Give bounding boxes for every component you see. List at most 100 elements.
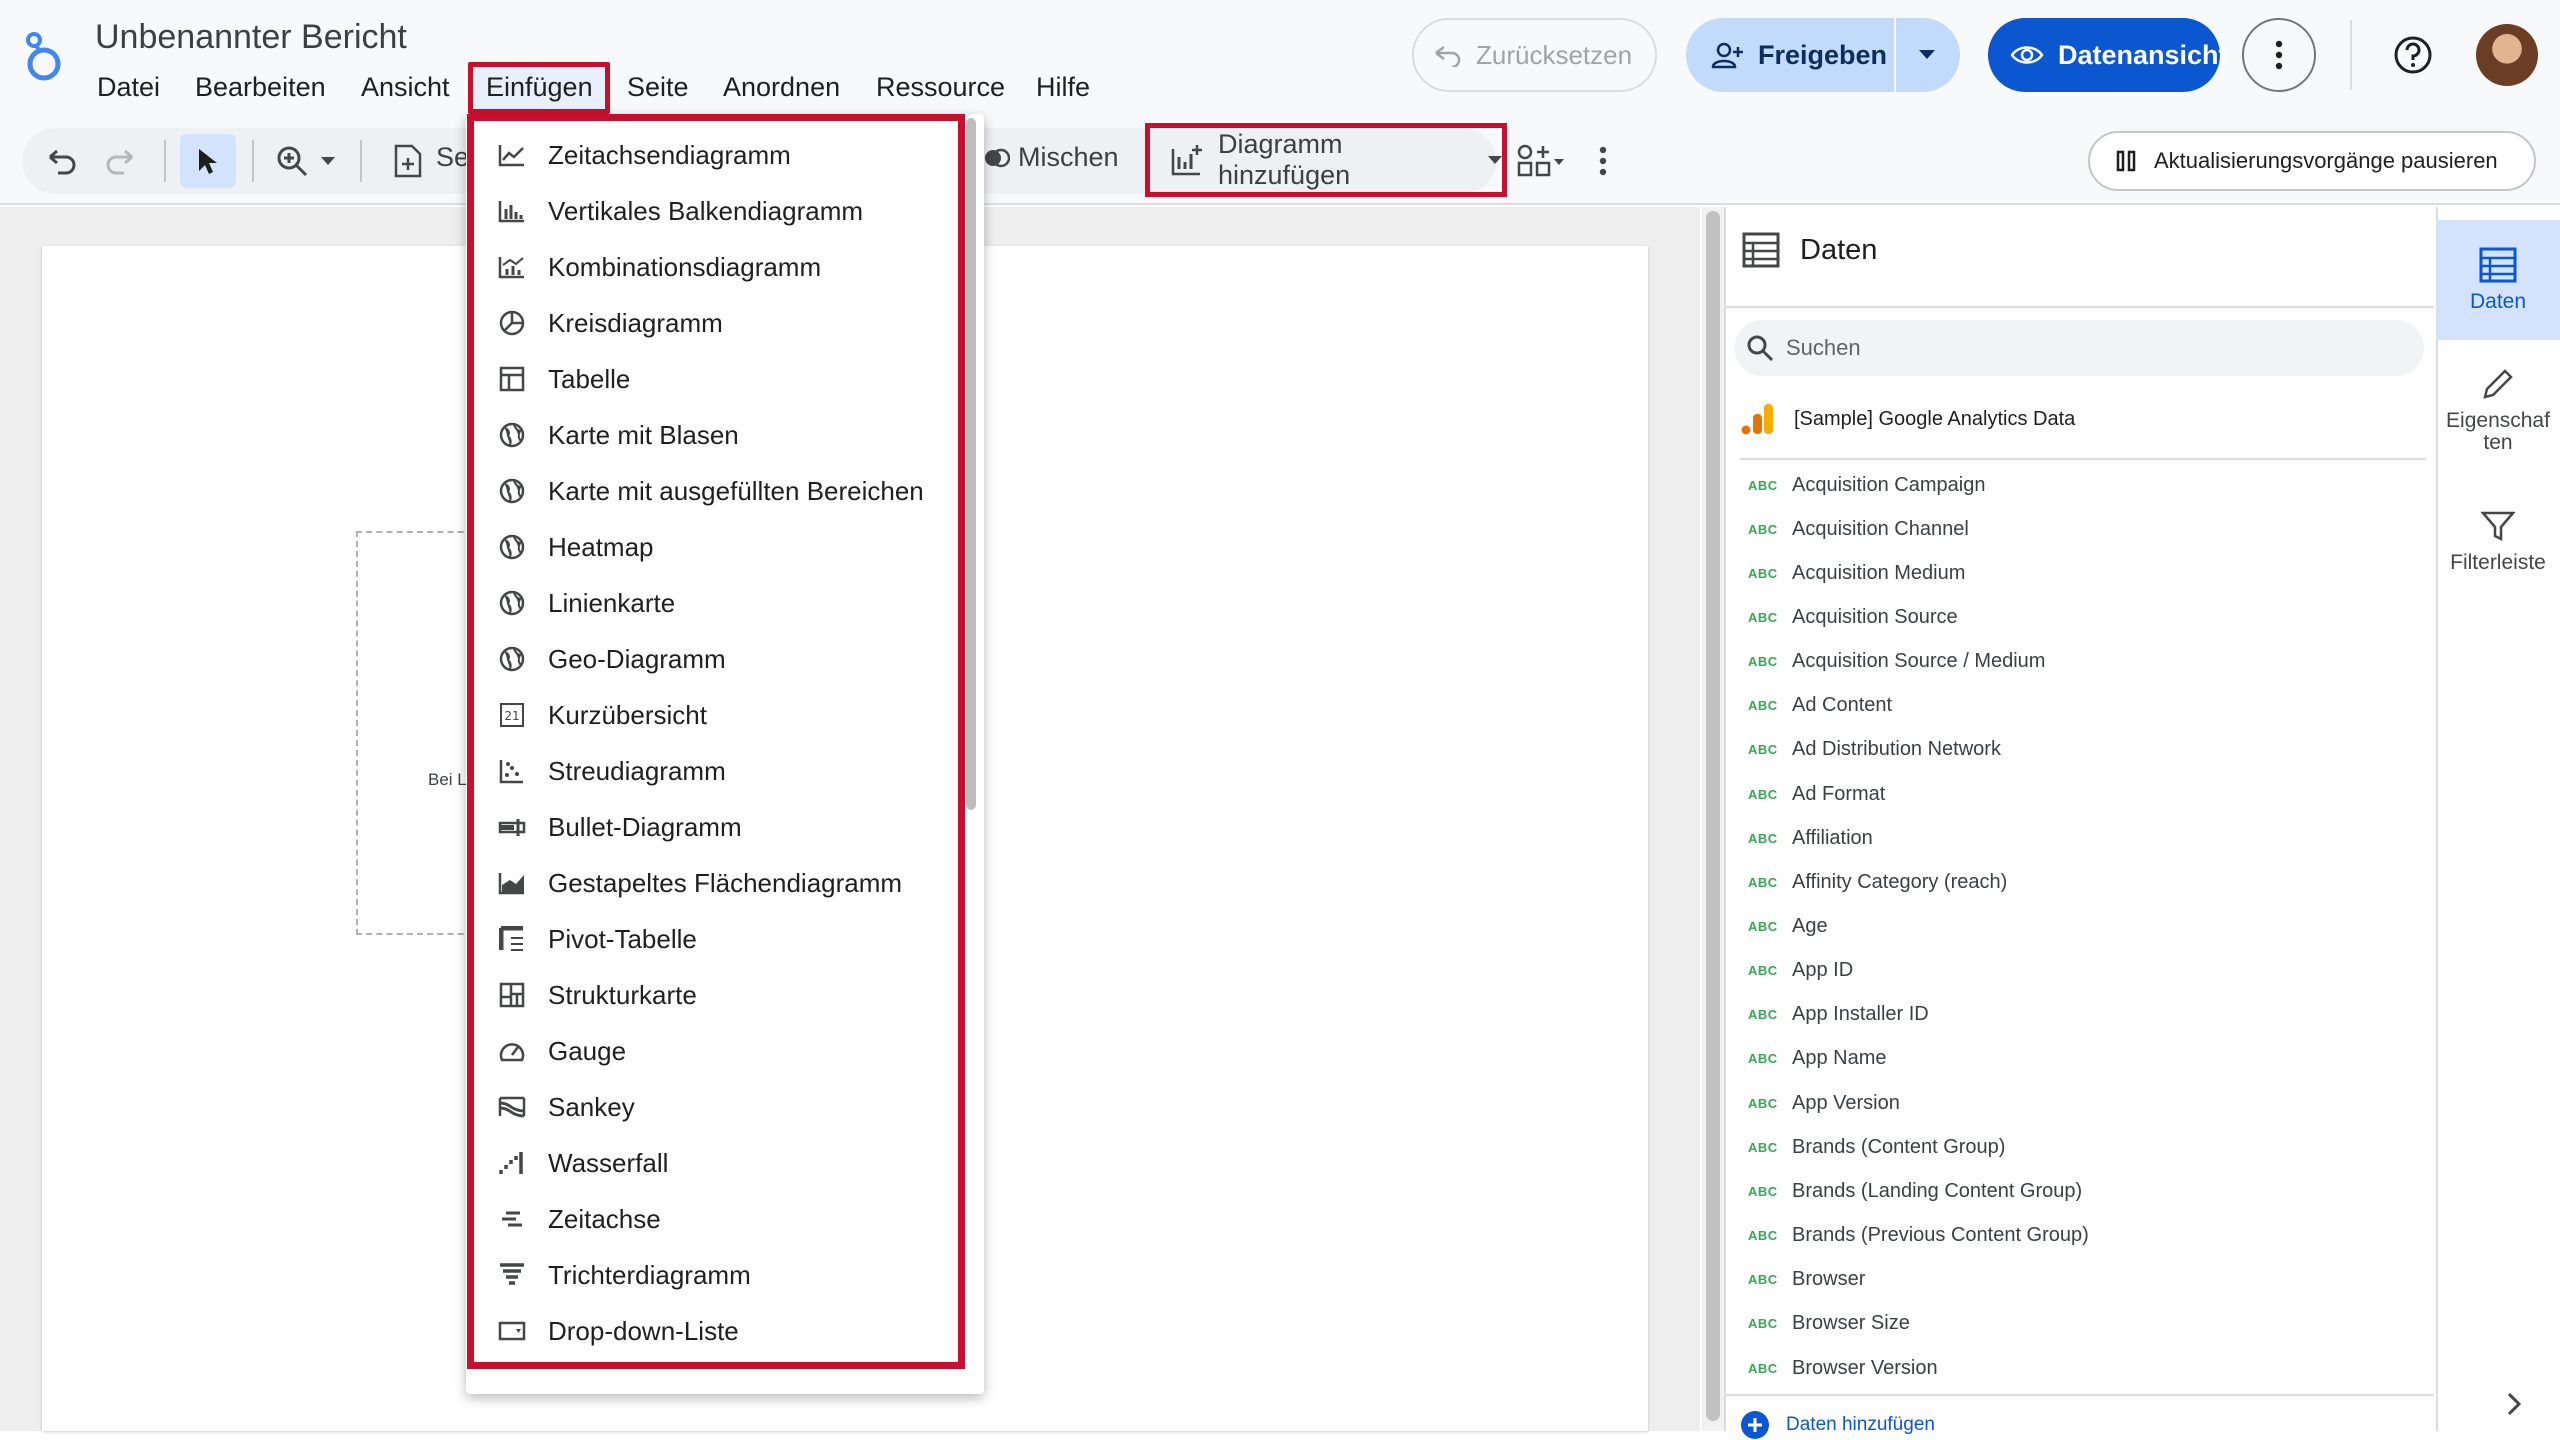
field-item[interactable]: ABC App Version (1748, 1088, 1900, 1118)
canvas-scrollbar[interactable] (1702, 207, 1724, 1431)
menu-bearbeiten[interactable]: Bearbeiten (195, 72, 326, 103)
field-item[interactable]: ABC Brands (Previous Content Group) (1748, 1221, 2089, 1251)
add-data-link[interactable]: Daten hinzufügen (1740, 1410, 1935, 1440)
field-item[interactable]: ABC Ad Format (1748, 779, 1885, 809)
insert-menu-item[interactable]: Gestapeltes Flächendiagramm (496, 854, 936, 912)
field-item[interactable]: ABC Acquisition Channel (1748, 514, 1969, 544)
help-button[interactable] (2388, 30, 2438, 80)
insert-menu-item[interactable]: 21 Kurzübersicht (496, 686, 936, 744)
undo-button[interactable] (38, 137, 86, 185)
zoom-button[interactable] (268, 137, 316, 185)
caret-down-icon (1488, 156, 1502, 164)
add-person-icon (1710, 41, 1744, 69)
field-item[interactable]: ABC Browser Size (1748, 1309, 1910, 1339)
insert-menu-item[interactable]: Kombinationsdiagramm (496, 238, 936, 296)
data-view-button[interactable]: Datenansicht (1988, 18, 2228, 92)
insert-menu-item-label: Kombinationsdiagramm (548, 251, 822, 282)
add-control-button[interactable] (1512, 137, 1570, 185)
reset-button[interactable]: Zurücksetzen (1412, 18, 1657, 92)
menu-datei[interactable]: Datei (97, 72, 160, 103)
menu-einfuegen[interactable]: Einfügen (486, 72, 593, 103)
field-item[interactable]: ABC Browser (1748, 1265, 1865, 1295)
field-item[interactable]: ABC App Installer ID (1748, 1000, 1929, 1030)
field-item[interactable]: ABC Ad Content (1748, 691, 1892, 721)
field-item[interactable]: ABC Brands (Landing Content Group) (1748, 1176, 2082, 1206)
insert-menu-item[interactable]: Sankey (496, 1078, 936, 1136)
insert-menu-item[interactable]: Zeitachse (496, 1190, 936, 1248)
area-chart-icon (496, 867, 528, 899)
field-search-input[interactable]: Suchen (1734, 320, 2424, 376)
redo-button[interactable] (96, 137, 144, 185)
menu-seite[interactable]: Seite (627, 72, 689, 103)
text-type-icon: ABC (1748, 1272, 1778, 1288)
insert-menu-item-label: Karte mit ausgefüllten Bereichen (548, 475, 924, 506)
add-page-button[interactable] (384, 137, 432, 185)
data-source-row[interactable]: [Sample] Google Analytics Data (1740, 402, 2075, 436)
add-chart-label: Diagramm hinzufügen (1218, 129, 1351, 190)
insert-menu-item-label: Geo-Diagramm (548, 643, 726, 674)
field-item[interactable]: ABC App Name (1748, 1044, 1887, 1074)
insert-menu-item[interactable]: Geo-Diagramm (496, 630, 936, 688)
add-page-label[interactable]: Se (436, 142, 469, 173)
menu-ressource[interactable]: Ressource (876, 72, 1005, 103)
insert-menu-item[interactable]: Gauge (496, 1022, 936, 1080)
field-item[interactable]: ABC Age (1748, 912, 1828, 942)
menu-ansicht[interactable]: Ansicht (361, 72, 450, 103)
report-title[interactable]: Unbenannter Bericht (95, 18, 407, 57)
waterfall-icon (496, 1147, 528, 1179)
insert-menu-item[interactable]: Strukturkarte (496, 966, 936, 1024)
insert-menu-item[interactable]: Drop-down-Liste (496, 1302, 936, 1360)
scorecard-icon: 21 (496, 699, 528, 731)
insert-menu-item-label: Zeitachse (548, 1203, 661, 1234)
field-item[interactable]: ABC Acquisition Source / Medium (1748, 647, 2045, 677)
menu-anordnen[interactable]: Anordnen (723, 72, 840, 103)
blend-button[interactable]: Mischen (984, 142, 1119, 173)
insert-menu-item[interactable]: Vertikales Balkendiagramm (496, 182, 936, 240)
field-item[interactable]: ABC Acquisition Campaign (1748, 470, 1985, 500)
field-item[interactable]: ABC Acquisition Medium (1748, 558, 1965, 588)
insert-menu-item[interactable]: Karte mit ausgefüllten Bereichen (496, 462, 936, 520)
insert-menu-item[interactable]: Bullet-Diagramm (496, 798, 936, 856)
rail-tab-data[interactable]: Daten (2436, 220, 2560, 340)
toolbar-divider (360, 140, 362, 182)
pause-updates-button[interactable]: Aktualisierungsvorgänge pausieren (2088, 131, 2536, 191)
insert-menu-item[interactable]: Zeitachsendiagramm (496, 126, 936, 184)
field-item[interactable]: ABC Ad Distribution Network (1748, 735, 2001, 765)
field-item[interactable]: ABC Brands (Content Group) (1748, 1132, 2005, 1162)
field-item[interactable]: ABC Browser Version (1748, 1353, 1938, 1383)
add-data-label: Daten hinzufügen (1786, 1414, 1935, 1435)
field-item[interactable]: ABC Affinity Category (reach) (1748, 867, 2007, 897)
rail-tab-filterbar[interactable]: Filterleiste (2436, 510, 2560, 590)
zoom-dropdown-button[interactable] (314, 137, 342, 185)
menu-hilfe[interactable]: Hilfe (1036, 72, 1090, 103)
more-options-button[interactable] (2242, 18, 2316, 92)
field-item[interactable]: ABC Acquisition Source (1748, 602, 1958, 632)
rail-tab-properties[interactable]: Eigenschaf ten (2436, 366, 2560, 466)
chevron-right-icon[interactable] (2506, 1392, 2522, 1421)
share-dropdown-button[interactable] (1896, 50, 1958, 60)
looker-studio-logo-icon[interactable] (18, 30, 68, 84)
blend-label: Mischen (1018, 142, 1119, 172)
share-button[interactable]: Freigeben (1686, 18, 1896, 92)
placeholder-text: Bei L (428, 770, 467, 789)
dropdown-list-icon (496, 1315, 528, 1347)
insert-menu-item[interactable]: Linienkarte (496, 574, 936, 632)
insert-menu-item[interactable]: Wasserfall (496, 1134, 936, 1192)
insert-menu-item-label: Kurzübersicht (548, 699, 707, 730)
insert-menu-item[interactable]: Tabelle (496, 350, 936, 408)
avatar[interactable] (2476, 24, 2538, 86)
toolbar-more-button[interactable] (1588, 137, 1618, 185)
scrollbar-thumb[interactable] (1706, 211, 1720, 1421)
add-chart-button[interactable]: Diagramm hinzufügen (1145, 123, 1507, 197)
insert-menu-item[interactable]: Trichterdiagramm (496, 1246, 936, 1304)
insert-menu-item[interactable]: Streudiagramm (496, 742, 936, 800)
field-item[interactable]: ABC Affiliation (1748, 823, 1873, 853)
insert-menu-item[interactable]: Heatmap (496, 518, 936, 576)
field-item[interactable]: ABC App ID (1748, 956, 1853, 986)
insert-menu-item[interactable]: Karte mit Blasen (496, 406, 936, 464)
insert-menu-item[interactable]: Kreisdiagramm (496, 294, 936, 352)
insert-menu-item[interactable]: Pivot-Tabelle (496, 910, 936, 968)
insert-menu-scrollbar[interactable] (966, 118, 976, 810)
select-tool-button[interactable] (180, 134, 236, 188)
text-type-icon: ABC (1748, 1228, 1778, 1244)
